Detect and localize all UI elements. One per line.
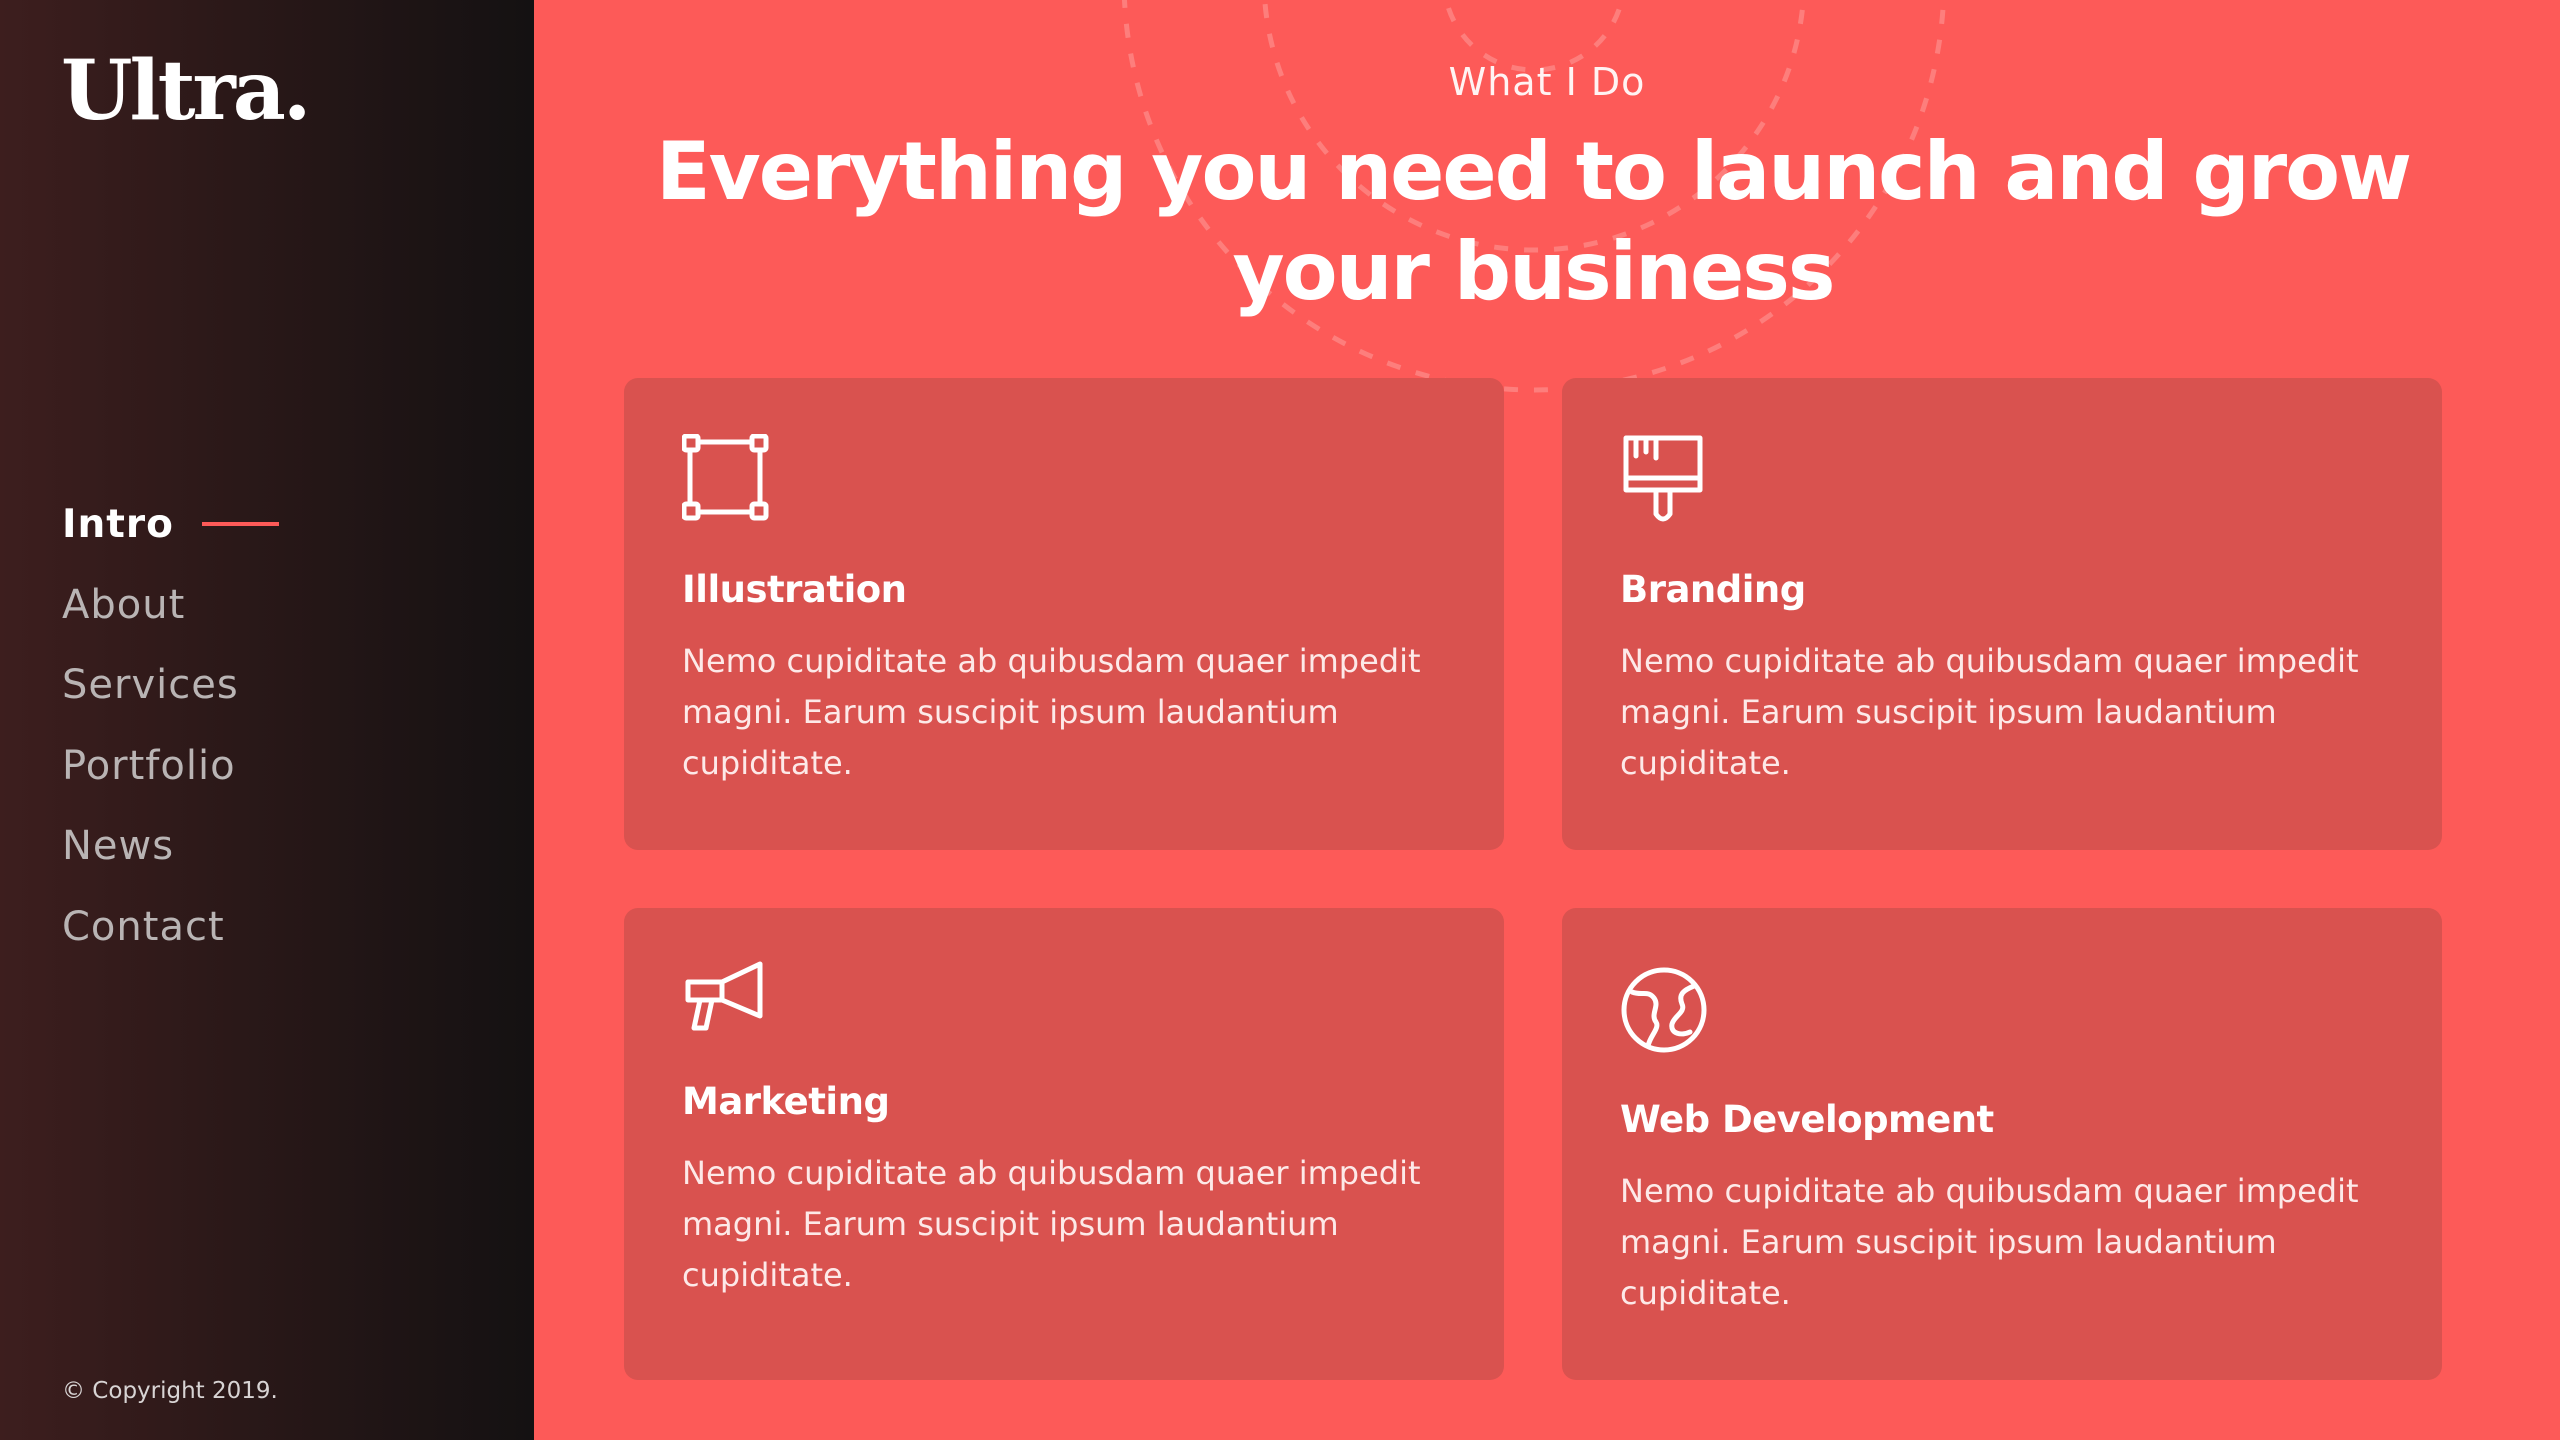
service-title: Branding: [1620, 568, 1806, 611]
service-card-web-development: Web Development Nemo cupiditate ab quibu…: [1562, 908, 2442, 1380]
section-eyebrow: What I Do: [1448, 60, 1646, 104]
page: Ultra. Intro About Services Portfolio Ne…: [0, 0, 2560, 1440]
globe-icon: [1621, 967, 1707, 1053]
service-description: Nemo cupiditate ab quibusdam quaer imped…: [682, 642, 1421, 782]
nav-item-label: Intro: [62, 501, 174, 547]
nav-item-label: Portfolio: [62, 742, 236, 789]
service-card-illustration: Illustration Nemo cupiditate ab quibusda…: [624, 378, 1504, 850]
megaphone-icon: [685, 961, 763, 1031]
nav-item-services[interactable]: Services: [62, 645, 279, 726]
service-title: Illustration: [682, 568, 907, 611]
service-description: Nemo cupiditate ab quibusdam quaer imped…: [682, 1154, 1421, 1294]
section-headline: Everything you need to launch and grow y…: [655, 125, 2412, 318]
logo[interactable]: Ultra.: [61, 50, 311, 132]
service-description: Nemo cupiditate ab quibusdam quaer imped…: [1620, 1172, 2359, 1312]
copyright: © Copyright 2019.: [62, 1378, 278, 1404]
nav-item-about[interactable]: About: [62, 565, 279, 646]
nav-item-intro[interactable]: Intro: [62, 484, 279, 565]
service-title: Web Development: [1620, 1098, 1994, 1141]
service-title: Marketing: [682, 1080, 890, 1123]
nav-item-label: About: [62, 581, 186, 628]
nav-item-portfolio[interactable]: Portfolio: [62, 726, 279, 807]
service-description: Nemo cupiditate ab quibusdam quaer imped…: [1620, 642, 2359, 782]
nav-item-contact[interactable]: Contact: [62, 887, 279, 968]
nav-item-label: News: [62, 823, 175, 870]
service-card-branding: Branding Nemo cupiditate ab quibusdam qu…: [1562, 378, 2442, 850]
paint-brush-icon: [1623, 435, 1703, 522]
active-indicator: [201, 522, 279, 527]
nav-item-label: Services: [62, 662, 239, 709]
nav-item-label: Contact: [62, 903, 225, 950]
main-nav: Intro About Services Portfolio News Cont…: [62, 484, 279, 967]
nav-item-news[interactable]: News: [62, 806, 279, 887]
vector-square-icon: [682, 434, 769, 521]
service-card-marketing: Marketing Nemo cupiditate ab quibusdam q…: [624, 908, 1504, 1380]
sidebar: Ultra. Intro About Services Portfolio Ne…: [0, 0, 534, 1440]
